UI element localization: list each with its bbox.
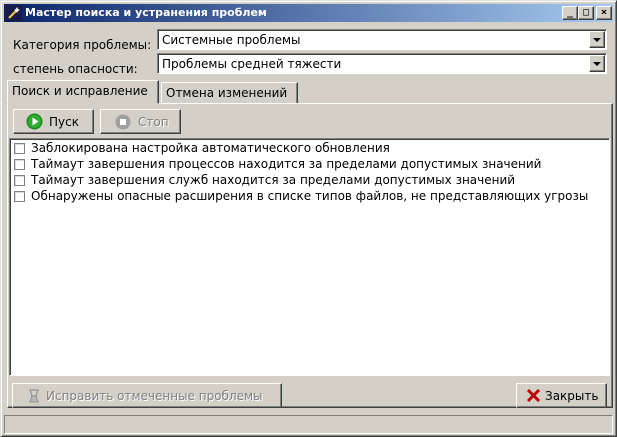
title-bar[interactable]: Мастер поиска и устранения проблем _ □ ×	[4, 4, 613, 22]
chevron-down-icon[interactable]	[589, 55, 605, 72]
close-window-button[interactable]: ×	[596, 6, 612, 20]
problem-checkbox[interactable]	[14, 159, 25, 170]
close-button[interactable]: Закрыть	[516, 383, 607, 408]
maximize-button[interactable]: □	[578, 6, 594, 20]
wand-icon	[6, 5, 22, 21]
stop-icon	[115, 114, 131, 130]
minimize-button[interactable]: _	[562, 6, 578, 20]
x-icon	[526, 388, 541, 403]
play-icon	[26, 113, 43, 130]
severity-select[interactable]: Проблемы средней тяжести	[157, 53, 607, 74]
problem-label: Обнаружены опасные расширения в списке т…	[31, 189, 589, 203]
problem-checkbox[interactable]	[14, 143, 25, 154]
problem-list[interactable]: Заблокирована настройка автоматического …	[9, 138, 610, 376]
close-label: Закрыть	[545, 389, 599, 403]
category-select[interactable]: Системные проблемы	[157, 29, 607, 50]
problem-label: Таймаут завершения служб находится за пр…	[31, 173, 516, 187]
wizard-window: Мастер поиска и устранения проблем _ □ ×…	[0, 0, 617, 437]
tab-search-fix[interactable]: Поиск и исправление	[7, 80, 159, 104]
problem-label: Таймаут завершения процессов находится з…	[31, 157, 542, 171]
start-label: Пуск	[49, 115, 79, 129]
tab-undo-changes[interactable]: Отмена изменений	[161, 82, 298, 104]
broom-icon	[29, 389, 39, 403]
category-label: Категория проблемы:	[13, 38, 152, 52]
problem-label: Заблокирована настройка автоматического …	[31, 141, 390, 155]
stop-label: Стоп	[138, 115, 169, 129]
stop-button[interactable]: Стоп	[100, 109, 181, 134]
problem-checkbox[interactable]	[14, 191, 25, 202]
severity-label: степень опасности:	[13, 62, 138, 76]
fix-selected-button[interactable]: Исправить отмеченные проблемы	[12, 383, 282, 408]
problem-checkbox[interactable]	[14, 175, 25, 186]
category-value: Системные проблемы	[162, 33, 301, 47]
window-title: Мастер поиска и устранения проблем	[25, 6, 267, 19]
start-button[interactable]: Пуск	[13, 109, 94, 134]
status-bar	[4, 415, 613, 434]
fix-label: Исправить отмеченные проблемы	[46, 389, 263, 403]
chevron-down-icon[interactable]	[589, 31, 605, 48]
severity-value: Проблемы средней тяжести	[162, 57, 342, 71]
